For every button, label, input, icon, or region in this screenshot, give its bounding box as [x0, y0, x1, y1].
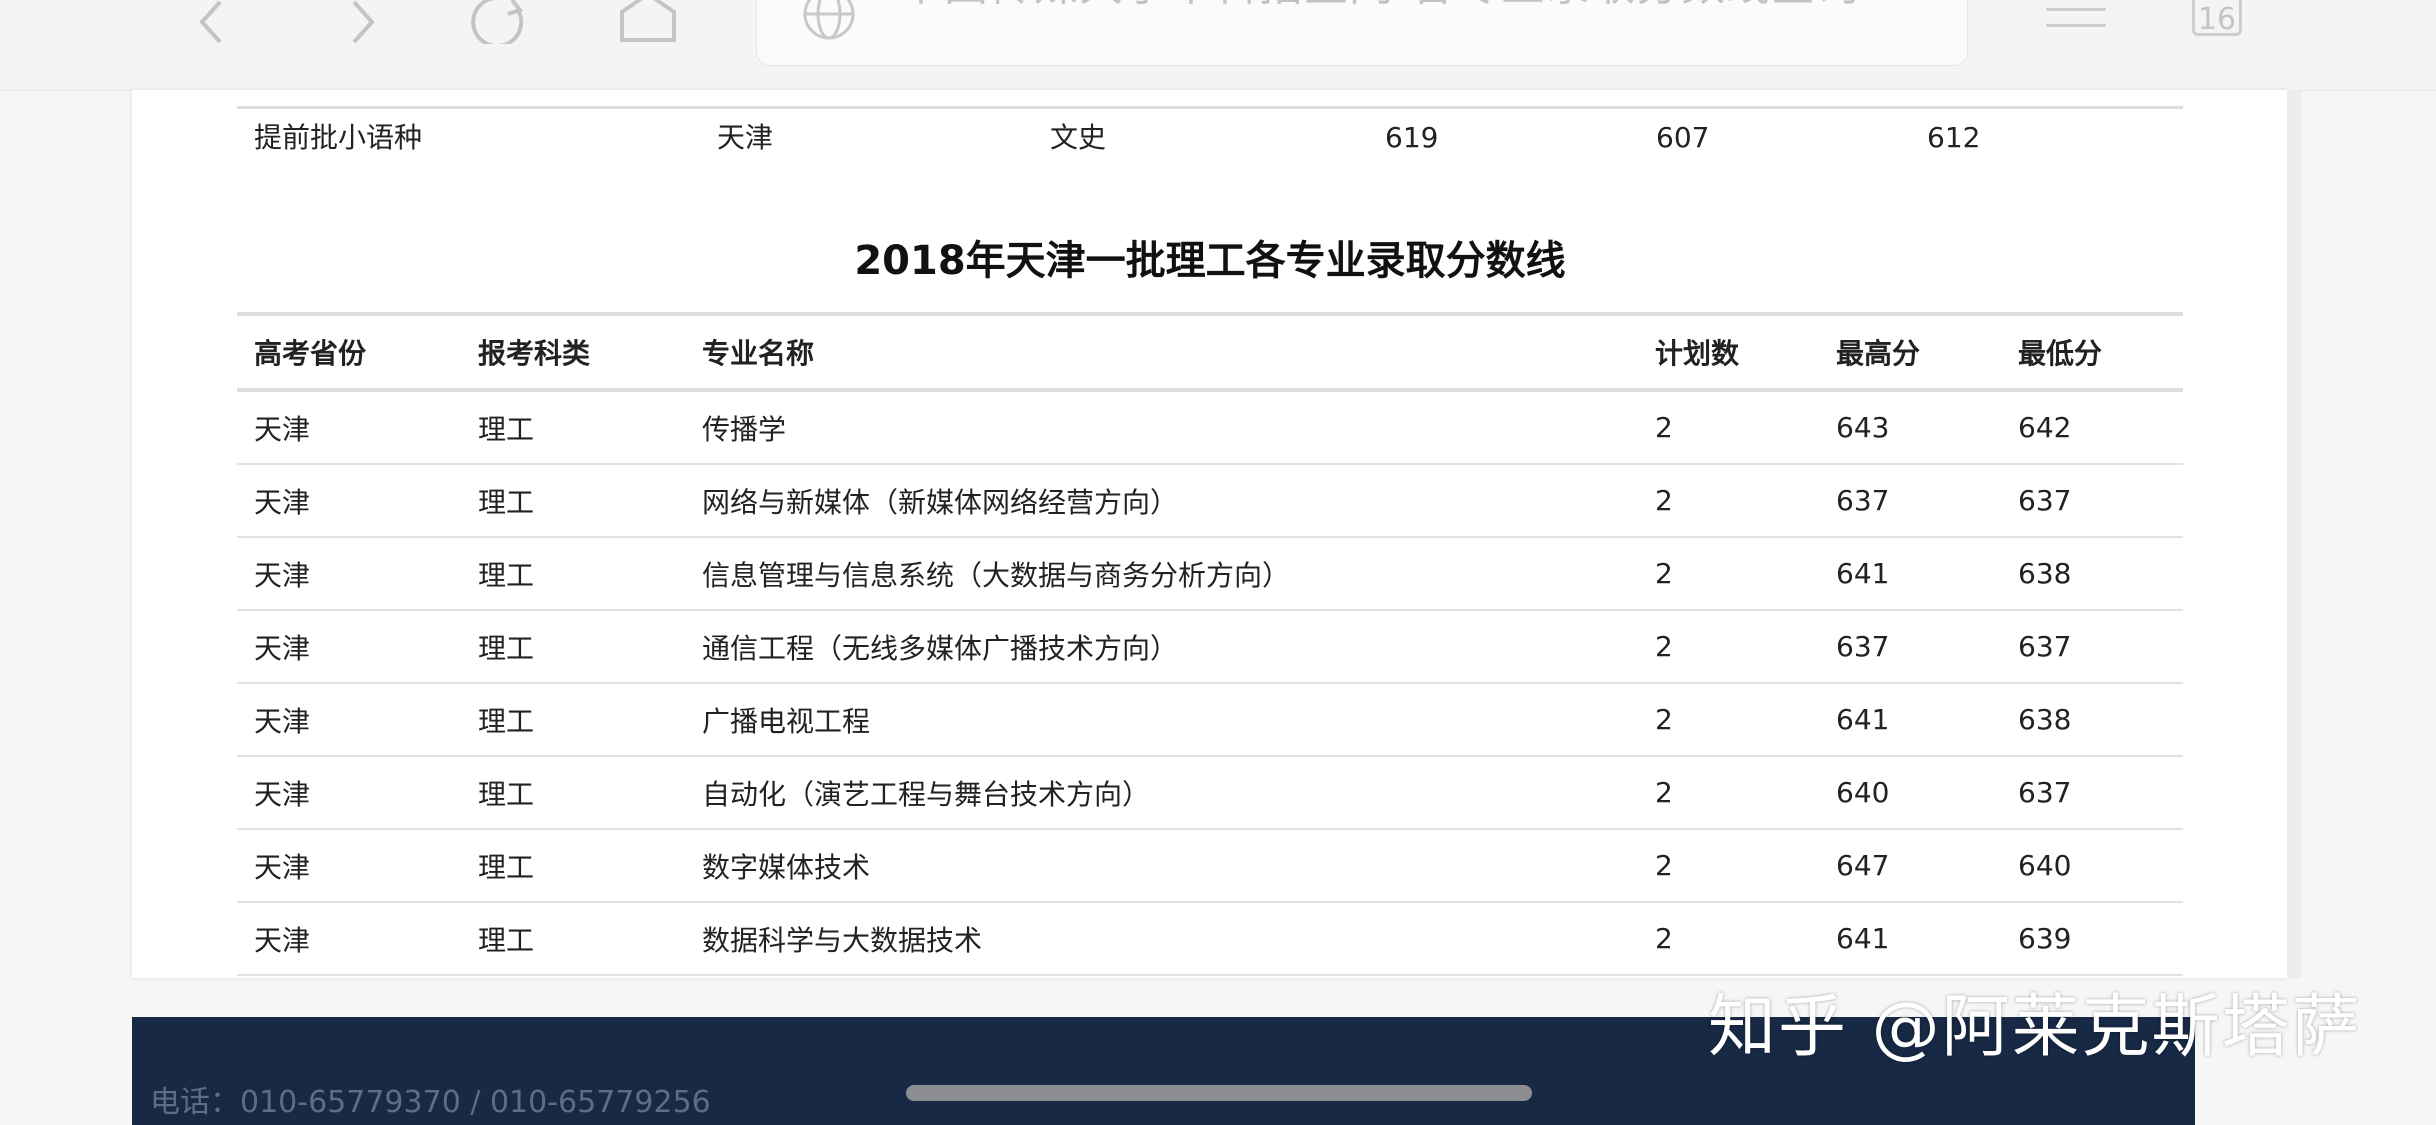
prev-cell-min: 612: [1927, 121, 1981, 154]
cell-major: 信息管理与信息系统（大数据与商务分析方向）: [685, 537, 1638, 611]
cell-province: 天津: [237, 829, 461, 903]
cell-category: 理工: [461, 829, 685, 903]
cell-min: 637: [2001, 610, 2183, 684]
table-row: 天津 理工 通信工程（无线多媒体广播技术方向） 2 637 637: [237, 610, 2183, 684]
cell-category: 理工: [461, 464, 685, 538]
cell-province: 天津: [237, 902, 461, 976]
prev-cell-province: 天津: [717, 121, 774, 154]
cell-max: 641: [1819, 902, 2001, 976]
cell-major: 传播学: [685, 390, 1638, 465]
cell-max: 641: [1819, 537, 2001, 611]
cell-major: 广播电视工程: [685, 683, 1638, 757]
cell-plan: 2: [1638, 683, 1819, 757]
cell-category: 理工: [461, 683, 685, 757]
cell-major: 数据科学与大数据技术: [685, 902, 1638, 976]
cell-category: 理工: [461, 390, 685, 465]
home-icon[interactable]: [618, 0, 678, 44]
home-indicator[interactable]: [906, 1085, 1532, 1101]
cell-major: 数字媒体技术: [685, 829, 1638, 903]
header-province: 高考省份: [237, 314, 461, 392]
cell-major: 网络与新媒体（新媒体网络经营方向）: [685, 464, 1638, 538]
cell-max: 640: [1819, 756, 2001, 830]
cell-category: 理工: [461, 756, 685, 830]
scores-table: 高考省份 报考科类 专业名称 计划数 最高分 最低分 天津 理工 传播学 2 6…: [237, 312, 2183, 976]
cell-min: 637: [2001, 464, 2183, 538]
header-major: 专业名称: [685, 314, 1638, 392]
cell-max: 643: [1819, 390, 2001, 465]
forward-icon[interactable]: [340, 0, 384, 44]
cell-province: 天津: [237, 683, 461, 757]
cell-province: 天津: [237, 537, 461, 611]
cell-min: 640: [2001, 829, 2183, 903]
content-panel: 提前批小语种 天津 文史 619 607 612 2018年天津一批理工各专业录…: [132, 90, 2301, 978]
back-icon[interactable]: [190, 0, 234, 44]
cell-major: 通信工程（无线多媒体广播技术方向）: [685, 610, 1638, 684]
cell-plan: 2: [1638, 390, 1819, 465]
prev-cell-max: 607: [1656, 121, 1710, 154]
prev-cell-plan: 619: [1385, 121, 1439, 154]
header-category: 报考科类: [461, 314, 685, 392]
cell-min: 637: [2001, 756, 2183, 830]
panel-shadow: [2287, 90, 2301, 978]
table-header-row: 高考省份 报考科类 专业名称 计划数 最高分 最低分: [237, 314, 2183, 392]
cell-max: 637: [1819, 464, 2001, 538]
table-row: 天津 理工 信息管理与信息系统（大数据与商务分析方向） 2 641 638: [237, 537, 2183, 611]
header-max: 最高分: [1819, 314, 2001, 392]
section-title: 2018年天津一批理工各专业录取分数线: [854, 238, 1566, 284]
table-row: 天津 理工 自动化（演艺工程与舞台技术方向） 2 640 637: [237, 756, 2183, 830]
zhihu-watermark: 知乎 @阿莱克斯塔萨: [1708, 988, 2362, 1067]
cell-min: 638: [2001, 683, 2183, 757]
cell-province: 天津: [237, 610, 461, 684]
cell-category: 理工: [461, 902, 685, 976]
cell-min: 638: [2001, 537, 2183, 611]
cell-max: 647: [1819, 829, 2001, 903]
cell-plan: 2: [1638, 610, 1819, 684]
reload-icon[interactable]: [468, 0, 528, 44]
cell-max: 641: [1819, 683, 2001, 757]
header-min: 最低分: [2001, 314, 2183, 392]
cell-plan: 2: [1638, 537, 1819, 611]
table-row: 天津 理工 广播电视工程 2 641 638: [237, 683, 2183, 757]
cell-province: 天津: [237, 464, 461, 538]
cell-province: 天津: [237, 390, 461, 465]
prev-cell-category: 文史: [1050, 121, 1107, 154]
cell-category: 理工: [461, 610, 685, 684]
cell-plan: 2: [1638, 902, 1819, 976]
cell-min: 642: [2001, 390, 2183, 465]
page-title-url: 中国传媒大学本科招生网-各专业录取分数线查询: [899, 0, 1861, 25]
header-plan: 计划数: [1638, 314, 1819, 392]
prev-table-row: 提前批小语种 天津 文史 619 607 612: [237, 118, 2183, 158]
globe-icon: [802, 0, 855, 40]
address-bar[interactable]: 中国传媒大学本科招生网-各专业录取分数线查询: [756, 0, 1968, 66]
cell-min: 639: [2001, 902, 2183, 976]
browser-toolbar: 中国传媒大学本科招生网-各专业录取分数线查询 16: [0, 0, 2436, 91]
tabs-icon[interactable]: 16: [2192, 0, 2242, 37]
table-row: 天津 理工 数据科学与大数据技术 2 641 639: [237, 902, 2183, 976]
prev-table-divider: [237, 106, 2183, 109]
table-row: 天津 理工 传播学 2 643 642: [237, 390, 2183, 465]
cell-plan: 2: [1638, 464, 1819, 538]
cell-category: 理工: [461, 537, 685, 611]
table-row: 天津 理工 网络与新媒体（新媒体网络经营方向） 2 637 637: [237, 464, 2183, 538]
cell-plan: 2: [1638, 756, 1819, 830]
cell-province: 天津: [237, 756, 461, 830]
prev-cell-major: 提前批小语种: [254, 121, 423, 154]
footer-phone: 电话：010-65779370 / 010-65779256: [150, 1085, 711, 1120]
cell-major: 自动化（演艺工程与舞台技术方向）: [685, 756, 1638, 830]
menu-icon[interactable]: [2046, 8, 2106, 38]
cell-max: 637: [1819, 610, 2001, 684]
cell-plan: 2: [1638, 829, 1819, 903]
table-row: 天津 理工 数字媒体技术 2 647 640: [237, 829, 2183, 903]
